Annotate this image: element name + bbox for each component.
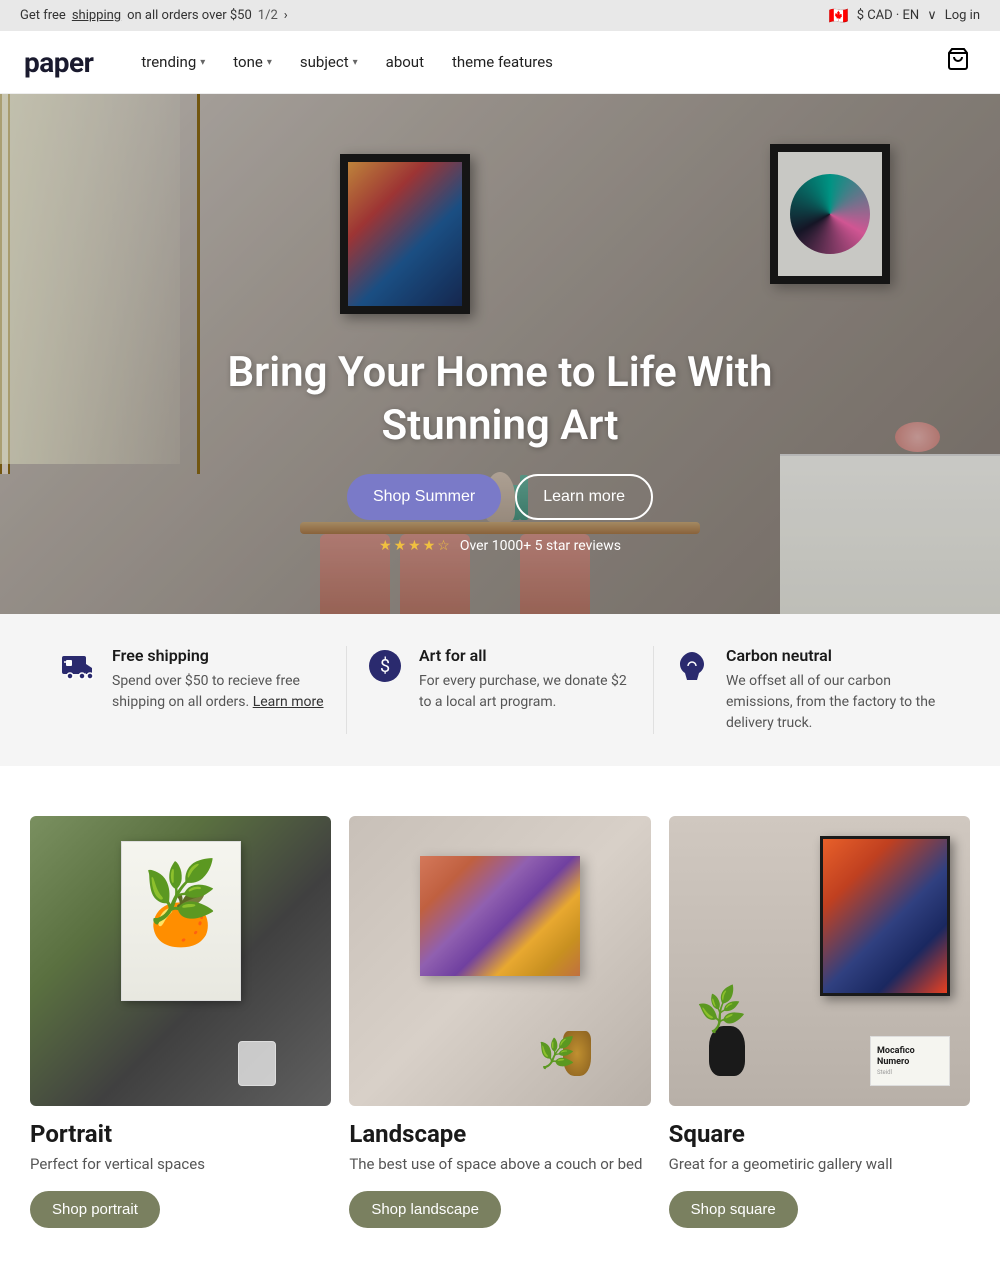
art-title: Art for all [419, 646, 633, 665]
shop-portrait-button[interactable]: Shop portrait [30, 1191, 160, 1228]
square-painting [820, 836, 950, 996]
flag-icon: 🇨🇦 [829, 6, 849, 25]
nav-label-subject: subject [300, 53, 349, 71]
main-nav: trending ▾ tone ▾ subject ▾ about theme … [129, 47, 940, 77]
collections-section: 🍊 Portrait Perfect for vertical spaces S… [0, 766, 1000, 1278]
landscape-artwork: 🌿 [349, 816, 650, 1106]
square-book: MocaficoNumero Steidl [870, 1036, 950, 1086]
hero-buttons: Shop Summer Learn more [0, 474, 1000, 520]
portrait-title: Portrait [30, 1120, 331, 1148]
nav-item-tone[interactable]: tone ▾ [221, 47, 284, 77]
collection-portrait: 🍊 Portrait Perfect for vertical spaces S… [30, 816, 331, 1228]
feature-carbon: Carbon neutral We offset all of our carb… [654, 646, 960, 734]
stars-icon: ★★★★☆ [379, 538, 452, 554]
carbon-title: Carbon neutral [726, 646, 940, 665]
site-logo[interactable]: paper [24, 46, 93, 79]
chevron-down-icon: ∨ [927, 8, 937, 23]
nav-label-trending: trending [141, 53, 196, 71]
shipping-description: Spend over $50 to recieve free shipping … [112, 671, 326, 713]
carbon-icon [674, 648, 710, 691]
announcement-prefix: Get free [20, 8, 66, 23]
reviews-text: Over 1000+ 5 star reviews [460, 538, 621, 554]
nav-label-about: about [386, 53, 424, 71]
nav-item-about[interactable]: about [374, 47, 436, 77]
carbon-feature-text: Carbon neutral We offset all of our carb… [726, 646, 940, 734]
cart-button[interactable] [940, 41, 976, 83]
hero-title: Bring Your Home to Life With Stunning Ar… [0, 347, 1000, 452]
announcement-suffix: on all orders over $50 [127, 8, 252, 23]
login-button[interactable]: Log in [945, 8, 980, 23]
nav-item-theme-features[interactable]: theme features [440, 47, 565, 77]
portrait-artwork: 🍊 [30, 816, 331, 1106]
announcement-pagination[interactable]: 1/2 [258, 8, 278, 23]
art-feature-text: Art for all For every purchase, we donat… [419, 646, 633, 713]
shipping-link[interactable]: shipping [72, 8, 121, 23]
announcement-bar: Get free shipping on all orders over $50… [0, 0, 1000, 31]
collections-grid: 🍊 Portrait Perfect for vertical spaces S… [30, 816, 970, 1228]
nav-label-theme-features: theme features [452, 53, 553, 71]
learn-more-button[interactable]: Learn more [515, 474, 653, 520]
shipping-icon [60, 648, 96, 691]
nav-item-subject[interactable]: subject ▾ [288, 47, 370, 77]
portrait-description: Perfect for vertical spaces [30, 1154, 331, 1175]
currency-selector[interactable]: $ CAD · EN [857, 8, 920, 23]
hero-section: Bring Your Home to Life With Stunning Ar… [0, 94, 1000, 614]
landscape-description: The best use of space above a couch or b… [349, 1154, 650, 1175]
feature-art: $ Art for all For every purchase, we don… [347, 646, 654, 734]
chevron-down-icon: ▾ [267, 57, 272, 68]
shop-summer-button[interactable]: Shop Summer [347, 474, 501, 520]
announcement-text: Get free shipping on all orders over $50… [20, 8, 288, 23]
square-title: Square [669, 1120, 970, 1148]
feature-shipping: Free shipping Spend over $50 to recieve … [40, 646, 347, 734]
header-actions: 🇨🇦 $ CAD · EN ∨ Log in [829, 6, 980, 25]
square-description: Great for a geometiric gallery wall [669, 1154, 970, 1175]
collection-landscape: 🌿 Landscape The best use of space above … [349, 816, 650, 1228]
portrait-image: 🍊 [30, 816, 331, 1106]
landscape-canvas [420, 856, 580, 976]
square-image: 🌿 MocaficoNumero Steidl [669, 816, 970, 1106]
shipping-title: Free shipping [112, 646, 326, 665]
hero-reviews: ★★★★☆ Over 1000+ 5 star reviews [0, 538, 1000, 554]
svg-text:$: $ [380, 656, 390, 677]
landscape-title: Landscape [349, 1120, 650, 1148]
chevron-down-icon: ▾ [353, 57, 358, 68]
square-book-title: MocaficoNumero [877, 1046, 943, 1068]
shipping-learn-more[interactable]: Learn more [253, 694, 324, 710]
square-artwork: 🌿 MocaficoNumero Steidl [669, 816, 970, 1106]
site-header: paper trending ▾ tone ▾ subject ▾ about … [0, 31, 1000, 94]
landscape-image: 🌿 [349, 816, 650, 1106]
art-icon: $ [367, 648, 403, 691]
hero-content: Bring Your Home to Life With Stunning Ar… [0, 347, 1000, 554]
shop-landscape-button[interactable]: Shop landscape [349, 1191, 501, 1228]
nav-item-trending[interactable]: trending ▾ [129, 47, 217, 77]
art-description: For every purchase, we donate $2 to a lo… [419, 671, 633, 713]
chevron-right-icon: › [284, 8, 288, 23]
nav-label-tone: tone [233, 53, 263, 71]
shipping-feature-text: Free shipping Spend over $50 to recieve … [112, 646, 326, 713]
shop-square-button[interactable]: Shop square [669, 1191, 798, 1228]
carbon-description: We offset all of our carbon emissions, f… [726, 671, 940, 734]
chevron-down-icon: ▾ [200, 57, 205, 68]
features-section: Free shipping Spend over $50 to recieve … [0, 614, 1000, 766]
collection-square: 🌿 MocaficoNumero Steidl Square Great for… [669, 816, 970, 1228]
